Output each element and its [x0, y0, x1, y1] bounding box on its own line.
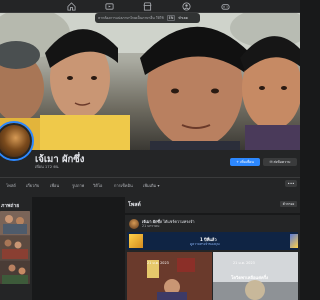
photo-grid[interactable] — [0, 211, 30, 284]
marketplace-icon[interactable] — [143, 2, 152, 11]
translate-language-button[interactable]: EN — [166, 15, 176, 21]
post-action: ได้แชร์ความทรงจำ — [162, 219, 195, 224]
messenger-icon: ✉ — [269, 160, 273, 164]
post-author-avatar[interactable] — [129, 219, 139, 229]
gaming-icon[interactable] — [221, 2, 230, 11]
translate-bar: หากต้องการแปลภาษาไทยเป็นภาษาอื่น ให้ใช้ … — [95, 13, 200, 23]
video-icon[interactable] — [105, 2, 114, 11]
post-date[interactable]: 21 มกราคม — [142, 224, 159, 229]
tab-photos[interactable]: รูปภาพ — [72, 182, 84, 189]
add-friend-button[interactable]: + เพิ่มเพื่อน — [230, 158, 260, 166]
tabs-divider — [0, 177, 300, 178]
memory-photo-left[interactable]: 21 ม.ค. 2023 — [127, 252, 212, 300]
more-options-button[interactable]: ••• — [285, 180, 297, 187]
memory-photo-right-caption: โควิดพาเหลือแค่ครึ่ง — [231, 275, 269, 280]
memory-photo-left-date: 21 ม.ค. 2023 — [147, 261, 169, 265]
memory-photo-right[interactable]: 21 ม.ค. 2023 โควิดพาเหลือแค่ครึ่ง — [213, 252, 298, 300]
tab-posts[interactable]: โพสต์ — [6, 182, 16, 189]
groups-icon[interactable] — [182, 2, 191, 11]
posts-filter-button[interactable]: ตัวกรอง — [280, 201, 297, 207]
memory-banner-left-image — [129, 234, 143, 248]
posts-title: โพสต์ — [128, 202, 141, 208]
home-icon[interactable] — [67, 2, 76, 11]
top-navigation-bar — [0, 0, 300, 13]
cover-photo[interactable] — [0, 13, 300, 150]
tab-videos[interactable]: วิดีโอ — [93, 182, 102, 189]
memory-subtitle: ดูความทรงจำของคุณ — [190, 242, 220, 246]
friend-count[interactable]: เพื่อน 172 คน — [35, 164, 58, 170]
memory-photo-right-date: 21 ม.ค. 2023 — [233, 261, 255, 265]
message-button[interactable]: ✉ ส่งข้อความ — [263, 158, 297, 166]
tab-friends[interactable]: เพื่อน — [50, 182, 59, 189]
photos-title[interactable]: ภาพถ่าย — [1, 202, 19, 210]
translate-do-button[interactable]: ทำเลย — [178, 16, 187, 21]
tab-about[interactable]: เกี่ยวกับ — [26, 182, 39, 189]
add-friend-label: เพิ่มเพื่อน — [240, 160, 254, 164]
translate-text: หากต้องการแปลภาษาไทยเป็นภาษาอื่น ให้ใช้ — [98, 15, 164, 20]
message-label: ส่งข้อความ — [273, 160, 291, 164]
posts-header-card — [125, 197, 300, 213]
memory-banner-right-image — [290, 234, 298, 248]
tab-more[interactable]: เพิ่มเติม ▾ — [143, 182, 160, 189]
add-friend-icon: + — [236, 160, 240, 164]
tab-checkins[interactable]: การเช็คอิน — [114, 182, 133, 189]
